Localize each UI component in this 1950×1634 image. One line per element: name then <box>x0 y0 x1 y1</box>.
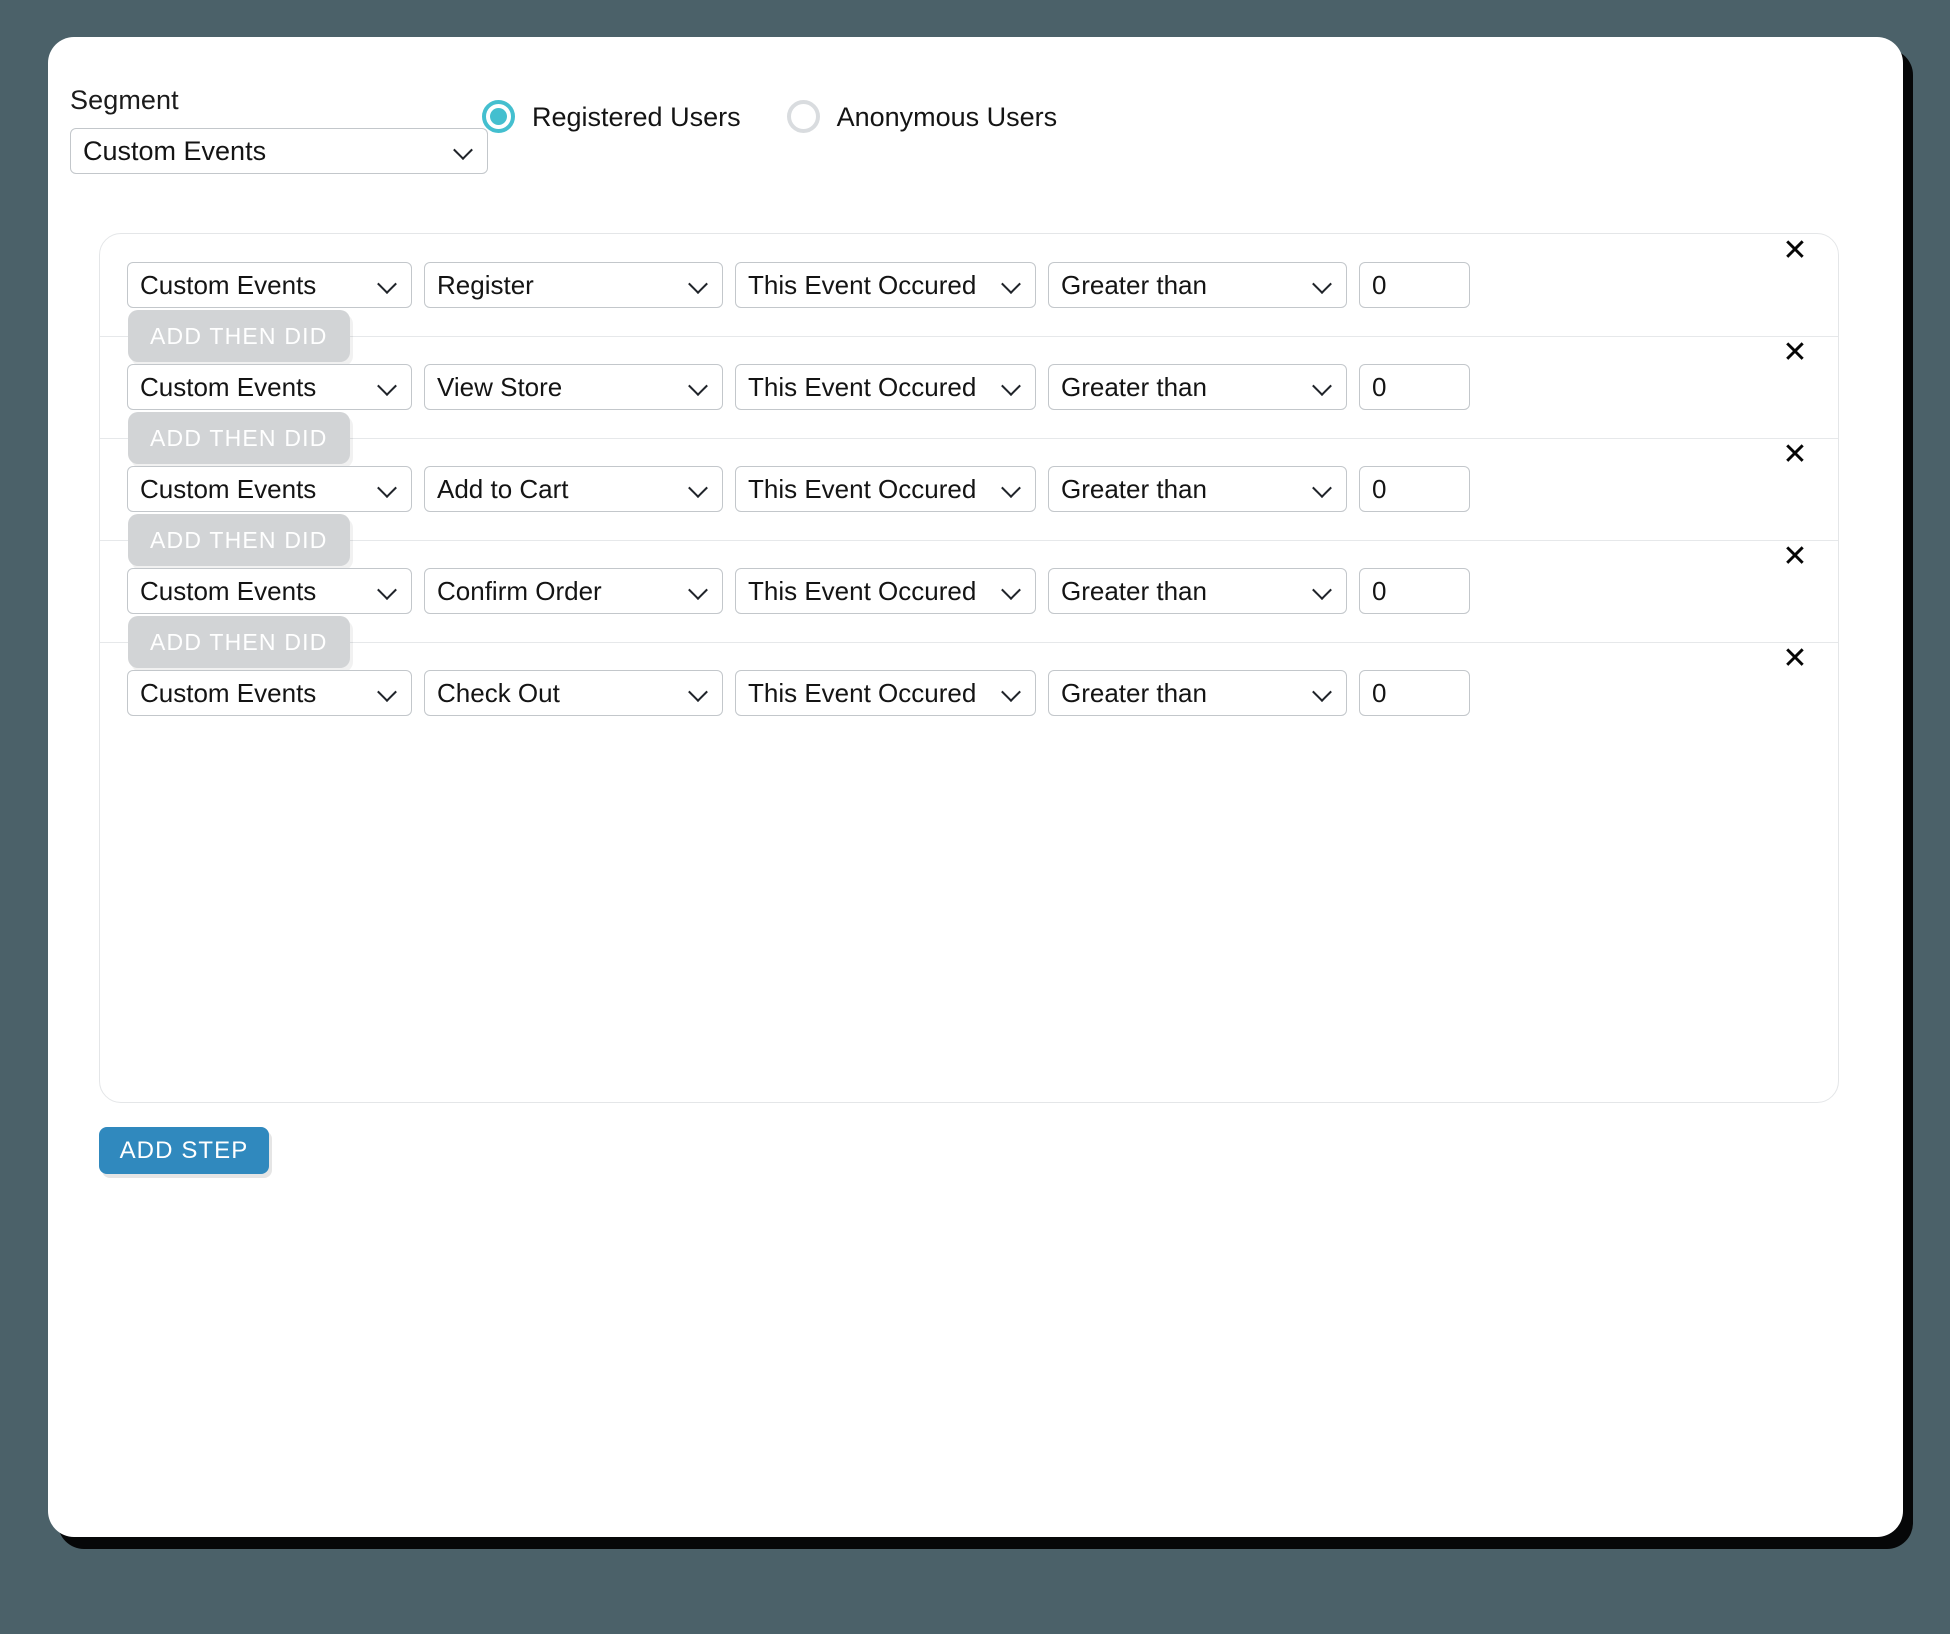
chevron-down-icon <box>1003 683 1021 701</box>
step-row: Custom Events Confirm Order This Event O… <box>100 540 1838 642</box>
radio-option-registered-users[interactable]: Registered Users <box>482 100 741 133</box>
audience-radio-group: Registered Users Anonymous Users <box>482 100 1057 133</box>
segment-select-value: Custom Events <box>83 136 266 166</box>
segment-select[interactable]: Custom Events <box>70 128 488 174</box>
step-value-text: 0 <box>1372 474 1386 504</box>
step-row: Custom Events View Store This Event Occu… <box>100 336 1838 438</box>
step-value-text: 0 <box>1372 372 1386 402</box>
step-event-value: Check Out <box>437 678 560 708</box>
chevron-down-icon <box>379 479 397 497</box>
step-source-select[interactable]: Custom Events <box>127 262 412 308</box>
step-source-select[interactable]: Custom Events <box>127 364 412 410</box>
step-value-input[interactable]: 0 <box>1359 262 1470 308</box>
step-block: ✕ Custom Events View Store This Event Oc… <box>100 336 1838 438</box>
step-condition-select[interactable]: This Event Occured <box>735 262 1036 308</box>
step-condition-value: This Event Occured <box>748 576 976 606</box>
step-operator-select[interactable]: Greater than <box>1048 670 1347 716</box>
step-event-select[interactable]: Register <box>424 262 723 308</box>
chevron-down-icon <box>379 581 397 599</box>
step-block: ✕ Custom Events Add to Cart This Event O… <box>100 438 1838 540</box>
step-source-select[interactable]: Custom Events <box>127 670 412 716</box>
steps-panel: ✕ Custom Events Register This Event Occu… <box>99 233 1839 1103</box>
step-value-input[interactable]: 0 <box>1359 466 1470 512</box>
step-event-select[interactable]: Check Out <box>424 670 723 716</box>
chevron-down-icon <box>1003 377 1021 395</box>
step-event-select[interactable]: View Store <box>424 364 723 410</box>
step-value-text: 0 <box>1372 270 1386 300</box>
step-operator-select[interactable]: Greater than <box>1048 262 1347 308</box>
chevron-down-icon <box>1314 275 1332 293</box>
radio-option-anonymous-users[interactable]: Anonymous Users <box>787 100 1058 133</box>
step-event-value: View Store <box>437 372 562 402</box>
step-operator-select[interactable]: Greater than <box>1048 364 1347 410</box>
step-event-value: Register <box>437 270 534 300</box>
step-value-input[interactable]: 0 <box>1359 670 1470 716</box>
radio-selected-icon <box>482 100 515 133</box>
step-condition-select[interactable]: This Event Occured <box>735 466 1036 512</box>
chevron-down-icon <box>1003 275 1021 293</box>
step-block: ✕ Custom Events Check Out This Event Occ… <box>100 642 1838 744</box>
radio-label-registered-users: Registered Users <box>532 101 741 133</box>
step-condition-select[interactable]: This Event Occured <box>735 364 1036 410</box>
step-operator-value: Greater than <box>1061 678 1207 708</box>
chevron-down-icon <box>379 683 397 701</box>
chevron-down-icon <box>1003 581 1021 599</box>
step-operator-value: Greater than <box>1061 576 1207 606</box>
step-condition-select[interactable]: This Event Occured <box>735 568 1036 614</box>
step-condition-value: This Event Occured <box>748 372 976 402</box>
step-operator-select[interactable]: Greater than <box>1048 568 1347 614</box>
step-operator-value: Greater than <box>1061 372 1207 402</box>
radio-unselected-icon <box>787 100 820 133</box>
chevron-down-icon <box>1314 581 1332 599</box>
step-value-input[interactable]: 0 <box>1359 364 1470 410</box>
step-source-value: Custom Events <box>140 270 316 300</box>
step-source-select[interactable]: Custom Events <box>127 466 412 512</box>
step-row: Custom Events Check Out This Event Occur… <box>100 642 1838 744</box>
step-operator-value: Greater than <box>1061 474 1207 504</box>
step-operator-select[interactable]: Greater than <box>1048 466 1347 512</box>
step-source-value: Custom Events <box>140 474 316 504</box>
step-value-text: 0 <box>1372 576 1386 606</box>
step-event-select[interactable]: Confirm Order <box>424 568 723 614</box>
radio-label-anonymous-users: Anonymous Users <box>837 101 1058 133</box>
chevron-down-icon <box>690 581 708 599</box>
step-operator-value: Greater than <box>1061 270 1207 300</box>
step-condition-select[interactable]: This Event Occured <box>735 670 1036 716</box>
add-step-button[interactable]: ADD STEP <box>99 1127 269 1174</box>
step-row: Custom Events Add to Cart This Event Occ… <box>100 438 1838 540</box>
step-event-value: Confirm Order <box>437 576 602 606</box>
app-screen: Segment Custom Events Registered Users A… <box>0 0 1950 1634</box>
step-block: ✕ Custom Events Register This Event Occu… <box>100 234 1838 336</box>
step-source-value: Custom Events <box>140 678 316 708</box>
segment-builder-card: Segment Custom Events Registered Users A… <box>48 37 1903 1537</box>
step-source-value: Custom Events <box>140 576 316 606</box>
step-block: ✕ Custom Events Confirm Order This Event… <box>100 540 1838 642</box>
step-source-value: Custom Events <box>140 372 316 402</box>
chevron-down-icon <box>455 141 473 159</box>
chevron-down-icon <box>690 275 708 293</box>
chevron-down-icon <box>1003 479 1021 497</box>
chevron-down-icon <box>379 377 397 395</box>
chevron-down-icon <box>1314 479 1332 497</box>
chevron-down-icon <box>690 377 708 395</box>
chevron-down-icon <box>1314 377 1332 395</box>
step-condition-value: This Event Occured <box>748 678 976 708</box>
step-event-value: Add to Cart <box>437 474 569 504</box>
step-value-input[interactable]: 0 <box>1359 568 1470 614</box>
step-condition-value: This Event Occured <box>748 474 976 504</box>
step-condition-value: This Event Occured <box>748 270 976 300</box>
step-source-select[interactable]: Custom Events <box>127 568 412 614</box>
step-event-select[interactable]: Add to Cart <box>424 466 723 512</box>
step-row: Custom Events Register This Event Occure… <box>100 234 1838 336</box>
step-value-text: 0 <box>1372 678 1386 708</box>
chevron-down-icon <box>690 479 708 497</box>
chevron-down-icon <box>690 683 708 701</box>
chevron-down-icon <box>1314 683 1332 701</box>
chevron-down-icon <box>379 275 397 293</box>
